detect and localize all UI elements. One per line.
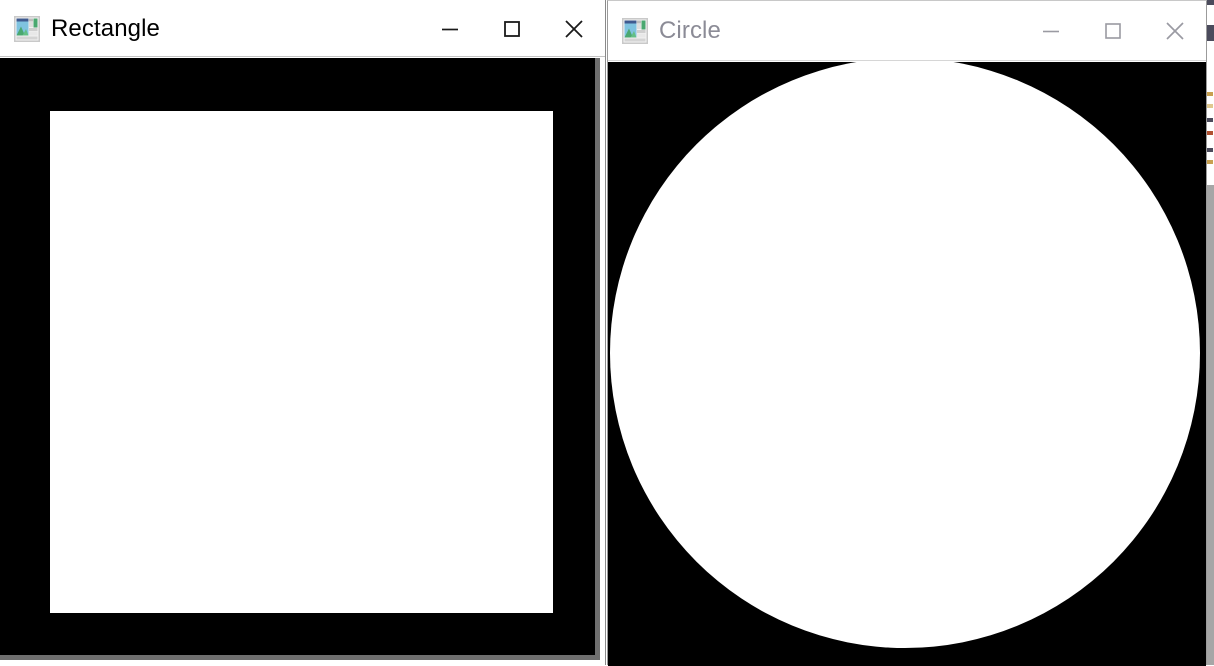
white-circle bbox=[610, 62, 1200, 648]
titlebar-circle-left: Circle bbox=[608, 17, 1020, 45]
titlebar-rectangle-left: Rectangle bbox=[0, 15, 419, 43]
close-button-circle[interactable] bbox=[1144, 1, 1206, 61]
titlebar-rectangle[interactable]: Rectangle bbox=[0, 0, 605, 57]
maximize-button-rectangle[interactable] bbox=[481, 0, 543, 57]
image-viewer-icon bbox=[14, 15, 40, 42]
window-controls-rectangle bbox=[419, 0, 605, 57]
canvas-circle[interactable] bbox=[608, 62, 1206, 666]
titlebar-divider-circle bbox=[608, 60, 1206, 61]
window-title-circle: Circle bbox=[659, 17, 721, 44]
image-viewer-icon bbox=[622, 18, 648, 44]
minimize-button-circle[interactable] bbox=[1020, 1, 1082, 61]
window-circle[interactable]: Circle bbox=[607, 0, 1207, 666]
titlebar-divider-rectangle bbox=[0, 56, 605, 57]
background-window-content-grey bbox=[1206, 185, 1214, 665]
white-rectangle bbox=[50, 111, 553, 613]
minimize-button-rectangle[interactable] bbox=[419, 0, 481, 57]
canvas-rectangle[interactable] bbox=[0, 58, 600, 660]
close-button-rectangle[interactable] bbox=[543, 0, 605, 57]
window-title-rectangle: Rectangle bbox=[51, 14, 160, 42]
maximize-button-circle[interactable] bbox=[1082, 1, 1144, 61]
window-rectangle[interactable]: Rectangle bbox=[0, 0, 606, 665]
window-controls-circle bbox=[1020, 1, 1206, 61]
titlebar-circle[interactable]: Circle bbox=[608, 1, 1206, 61]
